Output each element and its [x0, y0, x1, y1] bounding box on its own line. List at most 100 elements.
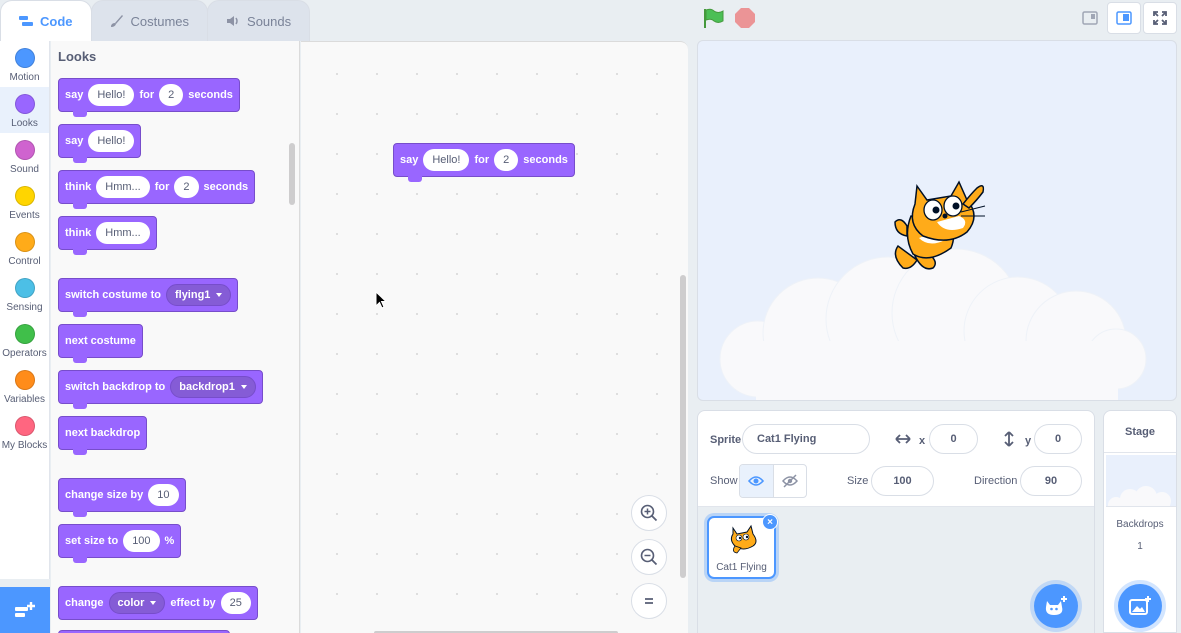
add-extension-button[interactable] [0, 587, 50, 633]
block-text: change size by [65, 489, 144, 501]
workspace-vertical-scrollbar[interactable] [680, 275, 686, 578]
stop-icon[interactable] [735, 8, 755, 28]
category-sound[interactable]: Sound [0, 133, 49, 179]
x-field[interactable]: 0 [929, 424, 978, 454]
message-input[interactable]: Hmm... [96, 222, 150, 244]
message-input[interactable]: Hello! [88, 84, 135, 106]
category-sensing[interactable]: Sensing [0, 271, 49, 317]
delete-sprite-icon[interactable]: × [762, 514, 778, 530]
message-input[interactable]: Hello! [88, 130, 135, 152]
tab-costumes[interactable]: Costumes [90, 0, 209, 41]
message-input[interactable]: Hmm... [96, 176, 150, 198]
dropdown-value: backdrop1 [179, 381, 235, 393]
next-costume-block[interactable]: next costume [58, 324, 143, 363]
direction-field[interactable]: 90 [1020, 466, 1082, 496]
eye-slash-icon [781, 474, 798, 488]
dropdown-arrow-icon [216, 293, 223, 297]
stage-header: Stage [1104, 411, 1176, 453]
say-block[interactable]: say Hello! [58, 124, 142, 163]
block-text: for [139, 89, 155, 101]
visibility-toggle [739, 464, 807, 498]
sensing-dot-icon [14, 278, 35, 298]
script-workspace[interactable]: say Hello! for 2 seconds [301, 41, 688, 633]
zoom-out-icon [640, 548, 658, 566]
speaker-icon [226, 14, 240, 28]
choose-sprite-button[interactable] [1034, 584, 1078, 628]
backdrop-dropdown[interactable]: backdrop1 [170, 376, 256, 398]
palette-scrollbar[interactable] [289, 143, 295, 205]
green-flag-icon[interactable] [702, 7, 724, 29]
secs-input[interactable]: 2 [159, 84, 184, 106]
next-backdrop-block[interactable]: next backdrop [58, 416, 148, 455]
show-label: Show [710, 475, 738, 487]
costume-dropdown[interactable]: flying1 [165, 284, 232, 306]
say-for-secs-block[interactable]: say Hello! for 2 seconds [58, 78, 240, 117]
small-stage-icon [1082, 11, 1098, 25]
small-stage-button[interactable] [1073, 2, 1107, 34]
sound-dot-icon [14, 140, 35, 160]
category-my-blocks[interactable]: My Blocks [0, 409, 49, 455]
think-block[interactable]: think Hmm... [58, 216, 157, 255]
tab-code[interactable]: Code [0, 0, 92, 41]
secs-input[interactable]: 2 [494, 149, 519, 171]
message-input[interactable]: Hello! [423, 149, 470, 171]
switch-backdrop-block[interactable]: switch backdrop to backdrop1 [58, 370, 263, 409]
choose-backdrop-button[interactable] [1118, 584, 1162, 628]
set-size-block[interactable]: set size to 100 % [58, 524, 182, 563]
add-extension-icon [15, 602, 35, 617]
sprite-tile-cat1-flying[interactable]: Cat1 Flying × [707, 514, 778, 579]
effect-dropdown[interactable]: color [108, 592, 166, 614]
block-text: seconds [523, 154, 568, 166]
category-control[interactable]: Control [0, 225, 49, 271]
tab-sounds[interactable]: Sounds [207, 0, 311, 41]
size-change-input[interactable]: 10 [148, 484, 179, 506]
y-arrows-icon [1004, 431, 1014, 447]
category-variables[interactable]: Variables [0, 363, 49, 409]
sprite-name-field[interactable]: Cat1 Flying [742, 424, 870, 454]
change-effect-block[interactable]: change color effect by 25 [58, 586, 258, 620]
category-motion[interactable]: Motion [0, 41, 49, 87]
effect-value-input[interactable]: 25 [220, 592, 251, 614]
block-text: % [164, 535, 175, 547]
size-field[interactable]: 100 [871, 466, 934, 496]
backdrops-label: Backdrops [1116, 519, 1164, 530]
cloud-backdrop [719, 248, 1147, 400]
zoom-out-button[interactable] [631, 539, 667, 575]
dropdown-value: flying1 [174, 289, 211, 301]
change-size-block[interactable]: change size by 10 [58, 478, 186, 517]
x-label: x [919, 435, 926, 447]
tab-code-label: Code [40, 13, 73, 29]
stage-selector[interactable]: Stage Backdrops 1 [1103, 410, 1177, 633]
normal-stage-button[interactable] [1107, 2, 1141, 34]
image-add-icon [1129, 596, 1151, 615]
cat-add-icon [1045, 596, 1067, 615]
category-label: My Blocks [1, 440, 48, 451]
secs-input[interactable]: 2 [174, 176, 199, 198]
think-for-secs-block[interactable]: think Hmm... for 2 seconds [58, 170, 256, 209]
stage-canvas[interactable] [697, 40, 1177, 401]
switch-costume-block[interactable]: switch costume to flying1 [58, 278, 239, 317]
zoom-in-button[interactable] [631, 495, 667, 531]
category-looks[interactable]: Looks [0, 87, 49, 133]
block-notch [73, 249, 87, 255]
dropdown-arrow-icon [150, 601, 157, 605]
editor-tabs: Code Costumes Sounds [0, 0, 311, 41]
size-input[interactable]: 100 [123, 530, 160, 552]
size-label: Size [847, 475, 869, 487]
workspace-say-for-secs-block[interactable]: say Hello! for 2 seconds [393, 143, 575, 182]
show-button[interactable] [740, 465, 774, 497]
category-events[interactable]: Events [0, 179, 49, 225]
fullscreen-button[interactable] [1143, 2, 1177, 34]
sprite-thumbnail [730, 524, 757, 554]
zoom-reset-button[interactable] [631, 583, 667, 619]
x-arrows-icon [895, 434, 911, 444]
y-field[interactable]: 0 [1034, 424, 1082, 454]
category-operators[interactable]: Operators [0, 317, 49, 363]
hide-button[interactable] [774, 465, 807, 497]
block-notch [73, 403, 87, 409]
category-label: Looks [11, 118, 38, 129]
block-notch [73, 557, 87, 563]
tab-sounds-label: Sounds [247, 13, 292, 29]
category-label: Sensing [6, 302, 43, 313]
block-notch [73, 311, 87, 317]
